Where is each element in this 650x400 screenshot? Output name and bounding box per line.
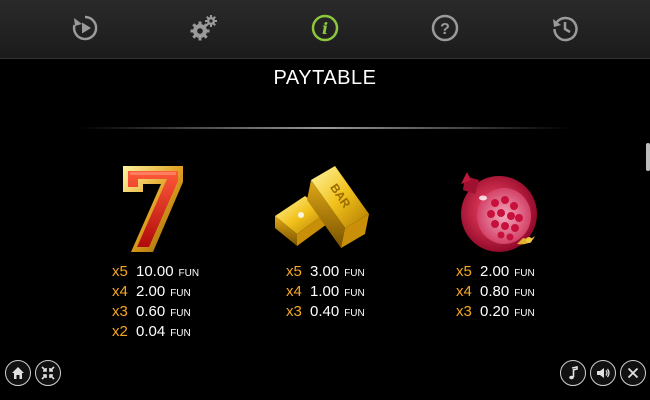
currency: FUN <box>170 328 191 339</box>
collapse-icon <box>41 366 55 380</box>
multiplier: x2 <box>112 323 128 340</box>
paylist-pomegranate: x5 2.00 FUN x4 0.80 FUN x3 0.20 FUN <box>456 262 535 322</box>
multiplier: x3 <box>456 303 472 320</box>
currency: FUN <box>178 268 200 279</box>
info-icon: i <box>311 14 339 42</box>
sound-icon <box>597 368 610 378</box>
multiplier: x3 <box>286 303 302 320</box>
payout-amount: 1.00 <box>310 283 340 300</box>
multiplier: x4 <box>112 283 128 300</box>
home-button[interactable] <box>5 360 31 386</box>
close-button[interactable] <box>620 360 646 386</box>
pay-row: x2 0.04 FUN <box>112 322 199 342</box>
music-button[interactable] <box>560 360 586 386</box>
collapse-button[interactable] <box>35 360 61 386</box>
tab-help[interactable]: ? <box>428 11 462 45</box>
payout-amount: 2.00 <box>480 263 510 280</box>
paylist-gold-bar: x5 3.00 FUN x4 1.00 FUN x3 0.40 FUN <box>286 262 365 322</box>
currency: FUN <box>170 308 191 319</box>
pay-row: x4 2.00 FUN <box>112 282 199 302</box>
lucky-seven-icon <box>123 165 183 252</box>
multiplier: x5 <box>286 263 302 280</box>
multiplier: x5 <box>112 263 128 280</box>
tab-settings[interactable] <box>187 11 221 45</box>
pay-row: x5 3.00 FUN <box>286 262 365 282</box>
multiplier: x4 <box>456 283 472 300</box>
payout-amount: 3.00 <box>310 263 340 280</box>
tab-history[interactable] <box>548 11 582 45</box>
symbol-pomegranate <box>422 155 572 260</box>
payout-amount: 0.60 <box>136 303 166 320</box>
multiplier: x5 <box>456 263 472 280</box>
gold-bar-icon: BAR <box>275 165 369 248</box>
history-icon <box>553 16 578 42</box>
gears-icon <box>190 15 217 41</box>
currency: FUN <box>514 268 535 279</box>
payout-amount: 0.40 <box>310 303 340 320</box>
currency: FUN <box>344 268 365 279</box>
pay-row: x3 0.20 FUN <box>456 302 535 322</box>
symbol-seven <box>72 155 222 260</box>
pay-row: x4 0.80 FUN <box>456 282 535 302</box>
replay-icon <box>72 15 98 41</box>
tab-info[interactable]: i <box>308 11 342 45</box>
payout-amount: 0.20 <box>480 303 510 320</box>
payout-amount: 2.00 <box>136 283 166 300</box>
music-icon <box>569 366 578 380</box>
currency: FUN <box>344 288 365 299</box>
scrollbar-thumb[interactable] <box>646 143 650 171</box>
top-nav-bar: i ? <box>0 0 650 59</box>
pomegranate-icon <box>461 171 537 252</box>
currency: FUN <box>514 308 535 319</box>
pay-row: x3 0.40 FUN <box>286 302 365 322</box>
close-icon <box>627 367 639 379</box>
pay-row: x4 1.00 FUN <box>286 282 365 302</box>
multiplier: x3 <box>112 303 128 320</box>
currency: FUN <box>514 288 535 299</box>
sound-button[interactable] <box>590 360 616 386</box>
pay-row: x5 10.00 FUN <box>112 262 199 282</box>
currency: FUN <box>344 308 365 319</box>
payout-amount: 10.00 <box>136 263 174 280</box>
paylist-seven: x5 10.00 FUN x4 2.00 FUN x3 0.60 FUN x2 0.04 FUN <box>112 262 199 342</box>
svg-text:i: i <box>322 19 328 38</box>
svg-text:?: ? <box>440 21 450 38</box>
pay-row: x5 2.00 FUN <box>456 262 535 282</box>
symbol-gold-bar: BAR <box>250 155 400 260</box>
divider <box>80 127 570 129</box>
page-title: PAYTABLE <box>273 67 377 89</box>
pay-row: x3 0.60 FUN <box>112 302 199 322</box>
home-icon <box>12 367 24 379</box>
currency: FUN <box>170 288 191 299</box>
help-icon: ? <box>431 14 459 42</box>
tab-replay[interactable] <box>68 11 102 45</box>
multiplier: x4 <box>286 283 302 300</box>
payout-amount: 0.80 <box>480 283 510 300</box>
payout-amount: 0.04 <box>136 323 166 340</box>
